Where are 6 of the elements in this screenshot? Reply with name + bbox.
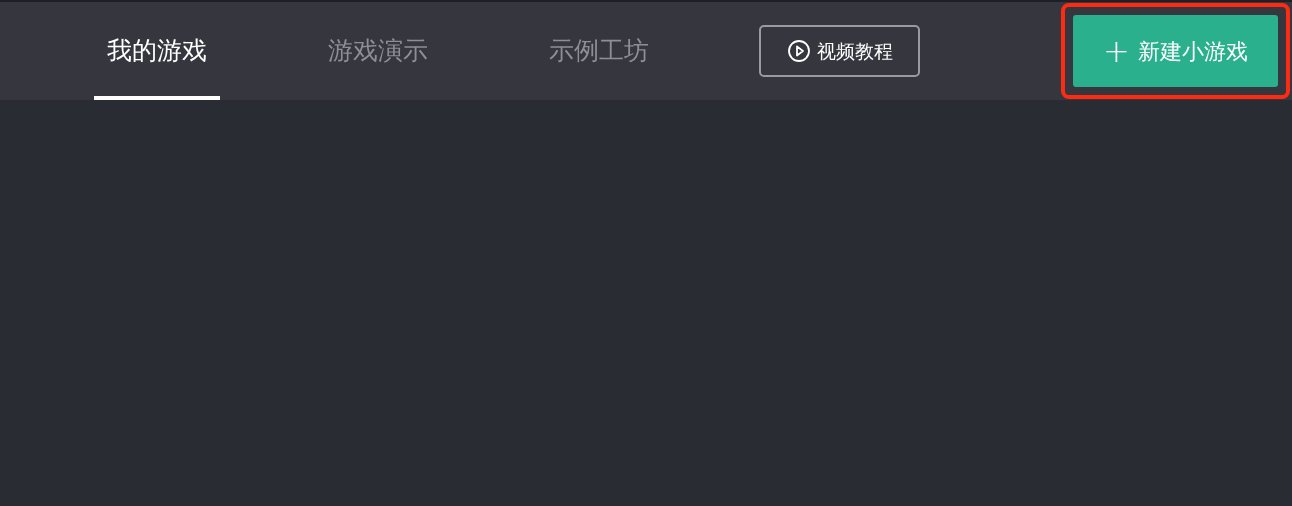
tab[interactable]: 游戏演示 xyxy=(315,2,441,100)
tab[interactable]: 示例工坊 xyxy=(536,2,662,100)
new-game-button[interactable]: + 新建小游戏 xyxy=(1073,15,1278,87)
tab[interactable]: 我的游戏 xyxy=(94,2,220,100)
video-tutorial-button[interactable]: 视频教程 xyxy=(759,25,920,77)
play-icon xyxy=(786,39,811,63)
